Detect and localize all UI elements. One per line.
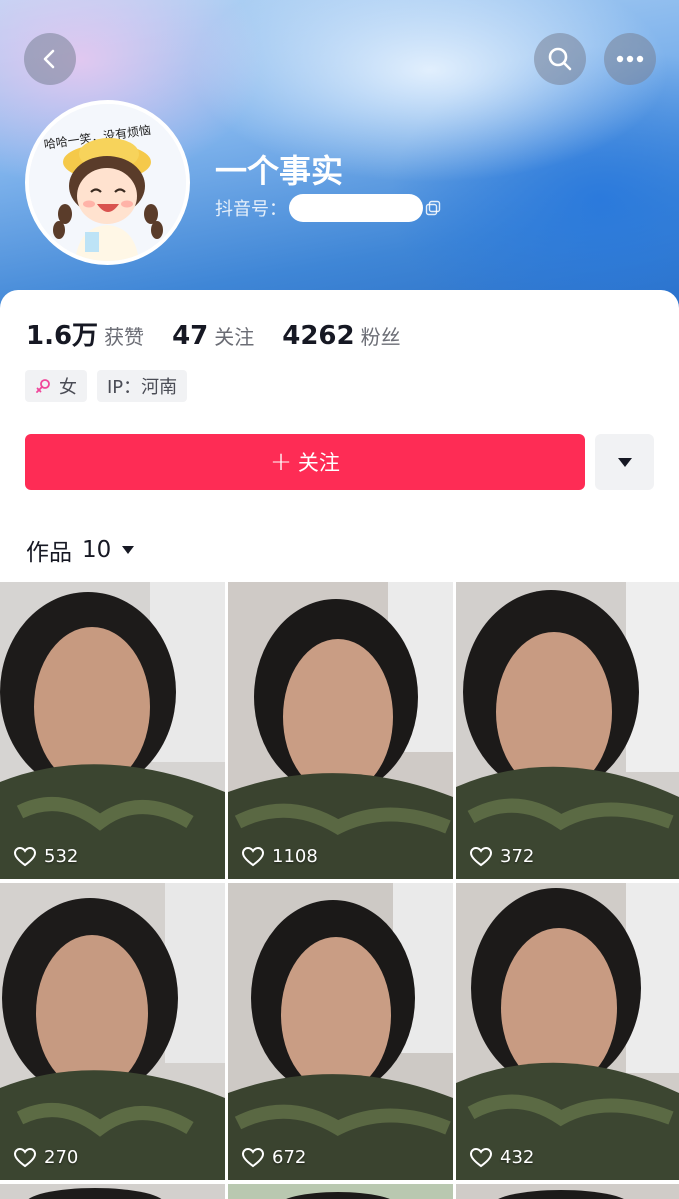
stat-followers[interactable]: 4262 粉丝 [282, 321, 400, 351]
follow-button-label: 关注 [297, 451, 340, 475]
video-thumbnail[interactable]: 270 [0, 883, 225, 1180]
video-likes-count: 432 [500, 1147, 535, 1168]
video-likes: 432 [470, 1147, 534, 1168]
stat-likes-value: 1.6万 [26, 321, 99, 351]
profile-tags: 女 IP：河南 [25, 370, 197, 402]
stat-following-label: 关注 [214, 325, 255, 349]
recommend-dropdown-button[interactable] [595, 434, 654, 490]
video-likes: 372 [470, 846, 534, 867]
more-dots-icon [616, 55, 644, 63]
video-likes-count: 672 [272, 1147, 307, 1168]
video-cover-image [0, 883, 225, 1180]
heart-outline-icon [14, 846, 36, 866]
douyin-id-label: 抖音号： [215, 199, 287, 220]
video-thumbnail[interactable]: 1108 [228, 582, 453, 879]
video-cover-image [228, 582, 453, 879]
heart-outline-icon [242, 1147, 264, 1167]
video-thumbnail[interactable]: 372 [456, 582, 679, 879]
video-cover-image [456, 582, 679, 879]
heart-outline-icon [470, 846, 492, 866]
caret-down-icon [617, 458, 632, 467]
profile-card: 1.6万 获赞 47 关注 4262 粉丝 女 IP：河南 + 关注 作品 10… [0, 290, 679, 1199]
video-thumbnail[interactable] [0, 1184, 225, 1199]
avatar[interactable]: 哈哈一笑，没有烦恼 [25, 100, 190, 265]
video-cover-image [456, 1184, 679, 1199]
search-button[interactable] [534, 33, 586, 85]
ip-location-tag: IP：河南 [97, 370, 188, 402]
works-count: 10 [82, 537, 112, 563]
female-gender-icon [36, 379, 50, 393]
video-thumbnail[interactable]: 432 [456, 883, 679, 1180]
stat-following-value: 47 [172, 321, 209, 351]
more-options-button[interactable] [604, 33, 656, 85]
stat-followers-value: 4262 [282, 321, 355, 351]
video-likes: 1108 [242, 846, 318, 867]
video-cover-image [0, 1184, 225, 1199]
video-likes-count: 372 [500, 846, 535, 867]
ip-location-label: IP：河南 [107, 377, 178, 398]
heart-outline-icon [242, 846, 264, 866]
video-thumbnail[interactable] [456, 1184, 679, 1199]
video-likes: 672 [242, 1147, 306, 1168]
video-likes: 532 [14, 846, 78, 867]
works-tab-label: 作品 [26, 540, 72, 566]
heart-outline-icon [14, 1147, 36, 1167]
heart-outline-icon [470, 1147, 492, 1167]
stat-following[interactable]: 47 关注 [172, 321, 254, 351]
video-thumbnail[interactable]: 672 [228, 883, 453, 1180]
chevron-left-icon [43, 49, 55, 69]
video-likes-count: 532 [44, 846, 79, 867]
profile-username: 一个事实 [215, 152, 344, 190]
douyin-id-row: 抖音号： [215, 194, 441, 222]
video-thumbnail[interactable]: 532 [0, 582, 225, 879]
avatar-cartoon-girl-image: 哈哈一笑，没有烦恼 [29, 104, 186, 261]
video-likes-count: 270 [44, 1147, 79, 1168]
video-cover-image [0, 582, 225, 879]
works-tab[interactable]: 作品 10 [26, 533, 135, 567]
video-cover-image [228, 1184, 453, 1199]
stat-followers-label: 粉丝 [360, 325, 401, 349]
video-cover-image [228, 883, 453, 1180]
plus-icon: + [270, 447, 292, 477]
video-cover-image [456, 883, 679, 1180]
video-likes: 270 [14, 1147, 78, 1168]
douyin-id-redacted [289, 194, 423, 222]
follow-button[interactable]: + 关注 [25, 434, 585, 490]
copy-icon[interactable] [425, 200, 441, 216]
stat-likes-label: 获赞 [104, 325, 145, 349]
search-icon [548, 47, 572, 71]
gender-tag-label: 女 [59, 377, 77, 398]
stat-likes[interactable]: 1.6万 获赞 [26, 315, 144, 352]
back-button[interactable] [24, 33, 76, 85]
video-thumbnail[interactable] [228, 1184, 453, 1199]
gender-tag: 女 [25, 370, 87, 402]
caret-down-icon [122, 546, 135, 554]
profile-stats: 1.6万 获赞 47 关注 4262 粉丝 [26, 315, 429, 352]
video-likes-count: 1108 [272, 846, 318, 867]
